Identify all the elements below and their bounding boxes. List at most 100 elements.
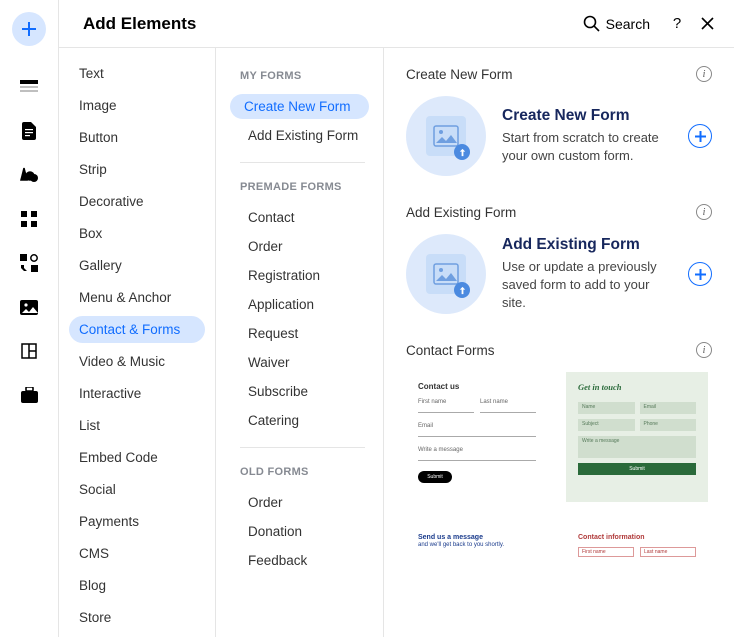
category-item[interactable]: Social: [69, 476, 205, 503]
category-item[interactable]: Menu & Anchor: [69, 284, 205, 311]
business-icon[interactable]: [19, 386, 39, 404]
category-item[interactable]: List: [69, 412, 205, 439]
category-item[interactable]: Strip: [69, 156, 205, 183]
template-title: Get in touch: [578, 382, 696, 392]
svg-text:A: A: [20, 169, 29, 183]
section-title: Create New Form: [406, 67, 513, 82]
subtype-item[interactable]: Add Existing Form: [224, 123, 375, 148]
category-list: Text Image Button Strip Decorative Box Gallery…: [59, 48, 216, 637]
help-button[interactable]: ?: [668, 15, 686, 32]
apps-icon[interactable]: [19, 210, 39, 228]
page-icon[interactable]: [19, 122, 39, 140]
close-icon: [701, 17, 714, 30]
template-field-label: First name: [578, 547, 634, 557]
subtype-item[interactable]: Donation: [224, 519, 375, 544]
subtype-list: MY FORMS Create New Form Add Existing Form…: [216, 48, 384, 637]
subtype-item[interactable]: Contact: [224, 205, 375, 230]
arrow-up-icon: [458, 286, 467, 295]
section-header: Contact Forms i: [406, 342, 712, 358]
option-text: Add Existing Form Use or update a previo…: [502, 236, 672, 313]
category-item[interactable]: Payments: [69, 508, 205, 535]
category-item[interactable]: CMS: [69, 540, 205, 567]
template-field-label: Write a message: [418, 447, 536, 453]
section-title: Contact Forms: [406, 343, 495, 358]
template-field-label: Email: [418, 423, 536, 429]
search-button[interactable]: Search: [583, 15, 650, 32]
category-item[interactable]: Image: [69, 92, 205, 119]
form-template-contact-red[interactable]: Contact information First name Last name: [566, 520, 708, 570]
design-icon[interactable]: A: [19, 166, 39, 184]
add-elements-panel: Add Elements Search ? Text Image Button Str…: [59, 0, 734, 637]
option-text: Create New Form Start from scratch to cr…: [502, 107, 672, 165]
section-header: Add Existing Form i: [406, 204, 712, 220]
form-template-contact-light[interactable]: Contact us First name Last name Email Wr…: [406, 372, 548, 502]
template-field-label: Write a message: [578, 436, 696, 458]
subtype-item[interactable]: Waiver: [224, 350, 375, 375]
template-title: Contact us: [418, 382, 536, 391]
info-icon[interactable]: i: [696, 66, 712, 82]
option-thumbnail: [406, 96, 486, 176]
image-icon: [433, 125, 459, 147]
category-item[interactable]: Video & Music: [69, 348, 205, 375]
category-item[interactable]: Store: [69, 604, 205, 631]
template-field-label: Subject: [578, 419, 635, 431]
group-header: MY FORMS: [216, 66, 383, 86]
option-desc: Start from scratch to create your own cu…: [502, 129, 672, 165]
add-button[interactable]: [688, 262, 712, 286]
arrow-up-icon: [458, 148, 467, 157]
section-header: Create New Form i: [406, 66, 712, 82]
content-area: Create New Form i Create New Form Start …: [384, 48, 734, 637]
option-add-existing-form[interactable]: Add Existing Form Use or update a previo…: [406, 234, 712, 314]
layout-icon[interactable]: [19, 342, 39, 360]
add-button[interactable]: [688, 124, 712, 148]
info-icon[interactable]: i: [696, 342, 712, 358]
media-icon[interactable]: [19, 298, 39, 316]
subtype-item[interactable]: Feedback: [224, 548, 375, 573]
template-field-label: Email: [640, 402, 697, 414]
image-icon: [433, 263, 459, 285]
category-item[interactable]: Gallery: [69, 252, 205, 279]
option-title: Add Existing Form: [502, 236, 672, 254]
subtype-item[interactable]: Subscribe: [224, 379, 375, 404]
template-title: Send us a message: [418, 534, 536, 541]
close-button[interactable]: [698, 17, 716, 30]
group-header: PREMADE FORMS: [216, 177, 383, 197]
template-button: Submit: [418, 471, 452, 483]
plus-icon: [695, 131, 706, 142]
subtype-item[interactable]: Catering: [224, 408, 375, 433]
info-icon[interactable]: i: [696, 204, 712, 220]
category-item[interactable]: Interactive: [69, 380, 205, 407]
subtype-item[interactable]: Create New Form: [230, 94, 369, 119]
section-icon[interactable]: [19, 78, 39, 96]
category-item[interactable]: Contact & Forms: [69, 316, 205, 343]
template-field-label: Name: [578, 402, 635, 414]
integrations-icon[interactable]: [19, 254, 39, 272]
template-field-label: Last name: [640, 547, 696, 557]
subtype-item[interactable]: Registration: [224, 263, 375, 288]
divider: [240, 162, 365, 163]
subtype-item[interactable]: Order: [224, 234, 375, 259]
category-item[interactable]: Embed Code: [69, 444, 205, 471]
option-thumbnail: [406, 234, 486, 314]
form-template-contact-green[interactable]: Get in touch Name Email Subject Phone Wr…: [566, 372, 708, 502]
subtype-item[interactable]: Order: [224, 490, 375, 515]
subtype-item[interactable]: Application: [224, 292, 375, 317]
category-item[interactable]: Decorative: [69, 188, 205, 215]
category-item[interactable]: Text: [69, 60, 205, 87]
search-icon: [583, 15, 600, 32]
template-subtitle: and we'll get back to you shortly.: [418, 542, 536, 548]
category-item[interactable]: Button: [69, 124, 205, 151]
option-create-new-form[interactable]: Create New Form Start from scratch to cr…: [406, 96, 712, 176]
template-field-label: Last name: [480, 399, 536, 405]
plus-icon: [695, 269, 706, 280]
category-item[interactable]: Blog: [69, 572, 205, 599]
option-desc: Use or update a previously saved form to…: [502, 258, 672, 313]
template-title: Contact information: [578, 534, 696, 541]
form-template-contact-blue[interactable]: Send us a message and we'll get back to …: [406, 520, 548, 570]
subtype-item[interactable]: Request: [224, 321, 375, 346]
panel-header: Add Elements Search ?: [59, 0, 734, 48]
option-title: Create New Form: [502, 107, 672, 125]
add-elements-rail-button[interactable]: [12, 12, 46, 46]
left-rail: A: [0, 0, 59, 637]
category-item[interactable]: Box: [69, 220, 205, 247]
